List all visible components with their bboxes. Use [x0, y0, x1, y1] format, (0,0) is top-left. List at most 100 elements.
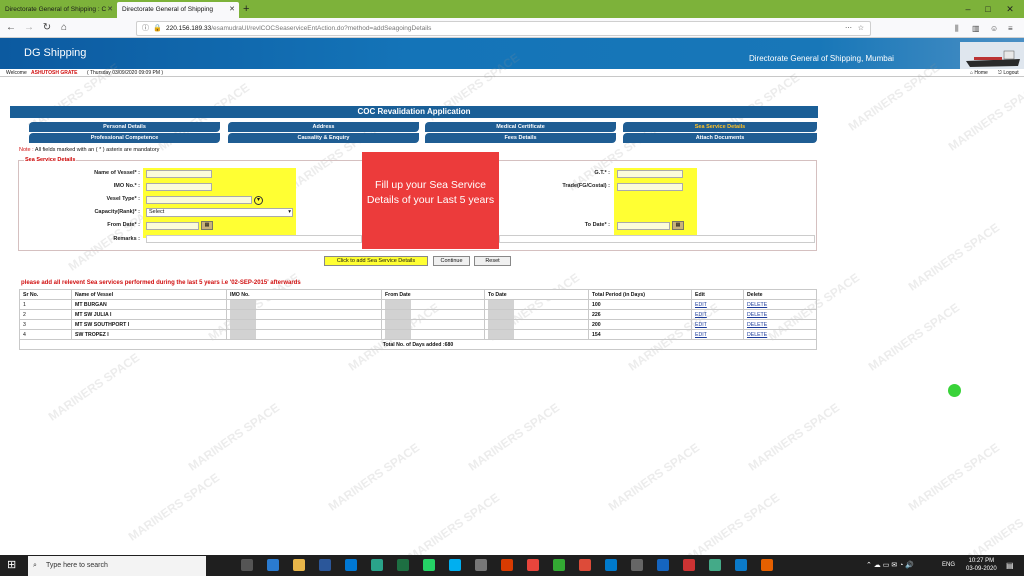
chrome-icon[interactable] — [527, 559, 539, 571]
close-icon[interactable]: ✕ — [229, 2, 235, 18]
xmind-icon[interactable] — [553, 559, 565, 571]
task-view-icon[interactable] — [241, 559, 253, 571]
trade-field[interactable] — [617, 183, 683, 191]
maximize-icon[interactable]: □ — [978, 2, 998, 16]
tab-medical-certificate[interactable]: Medical Certificate — [425, 122, 616, 132]
continue-button[interactable]: Continue — [433, 256, 470, 266]
redacted-value — [488, 320, 514, 329]
page-actions-icon[interactable]: ⋯ — [845, 23, 852, 35]
word-icon[interactable] — [319, 559, 331, 571]
vessel-type-field[interactable] — [146, 196, 252, 204]
excel-icon[interactable] — [397, 559, 409, 571]
redacted-value — [230, 330, 256, 339]
language-indicator[interactable]: ENG — [942, 562, 955, 568]
tab-professional-competence[interactable]: Professional Competence — [29, 133, 220, 143]
remarks-field-right[interactable] — [499, 235, 815, 243]
browser-tab-1[interactable]: Directorate General of Shipping : C ✕ — [0, 2, 117, 18]
forward-icon[interactable]: → — [22, 21, 36, 35]
table-header-row: Sr No. Name of Vessel IMO No. From Date … — [19, 289, 817, 300]
window-close-icon[interactable]: ✕ — [1000, 2, 1020, 16]
chrome-icon[interactable] — [579, 559, 591, 571]
browser-tab-2[interactable]: Directorate General of Shipping ✕ — [117, 2, 239, 18]
watermark-text: MARINERS SPACE — [45, 350, 143, 424]
office-icon[interactable] — [501, 559, 513, 571]
search-icon[interactable]: ▾ — [254, 196, 263, 205]
close-icon[interactable]: ✕ — [107, 2, 113, 18]
watermark-text: MARINERS SPACE — [945, 80, 1024, 154]
edit-link[interactable]: EDIT — [695, 302, 707, 308]
redacted-value — [385, 310, 411, 319]
calendar-icon[interactable]: ▦ — [672, 221, 684, 230]
tray-icons[interactable]: ⌃ ☁ ▭ ✉ ◔ 🔊 — [866, 561, 914, 569]
edit-link[interactable]: EDIT — [695, 322, 707, 328]
vessel-cell: SW TROPEZ I — [71, 329, 227, 340]
info-icon[interactable]: ⓘ — [142, 23, 149, 35]
col-edit: Edit — [691, 289, 744, 300]
taskbar-clock[interactable]: 10:27 PM 03-09-2020 — [966, 557, 997, 573]
home-link[interactable]: ⌂ Home — [970, 69, 988, 77]
table-row: 4 SW TROPEZ I 154 EDIT DELETE — [19, 329, 817, 340]
minimize-icon[interactable]: – — [958, 2, 978, 16]
tab-fees-details[interactable]: Fees Details — [425, 133, 616, 143]
home-link-label: Home — [974, 70, 988, 76]
from-date-field[interactable] — [146, 222, 199, 230]
delete-link[interactable]: DELETE — [747, 322, 767, 328]
new-tab-icon[interactable]: + — [243, 2, 249, 16]
remarks-field[interactable] — [146, 235, 362, 243]
insecure-lock-icon[interactable]: 🔒 — [153, 23, 162, 35]
from-date-cell — [381, 319, 485, 330]
imo-cell — [226, 319, 382, 330]
vscode-icon[interactable] — [605, 559, 617, 571]
taskbar-search[interactable]: ⌕ Type here to search — [28, 556, 206, 576]
tab-address[interactable]: Address — [228, 122, 419, 132]
add-sea-service-button[interactable]: Click to add Sea Service Details — [324, 256, 428, 266]
tab-attach-documents[interactable]: Attach Documents — [623, 133, 817, 143]
edit-link[interactable]: EDIT — [695, 332, 707, 338]
reset-button[interactable]: Reset — [474, 256, 511, 266]
vessel-name-field[interactable] — [146, 170, 212, 178]
search-icon: ⌕ — [33, 562, 37, 569]
media-icon[interactable] — [683, 559, 695, 571]
whatsapp-icon[interactable] — [423, 559, 435, 571]
windows-start-icon[interactable]: ⊞ — [7, 559, 19, 571]
capacity-select[interactable]: Select ▾ — [146, 208, 293, 217]
tab-causality-enquiry[interactable]: Causality & Enquiry — [228, 133, 419, 143]
library-icon[interactable]: ⫼ — [955, 23, 959, 35]
logout-link[interactable]: ⎋ Logout — [998, 69, 1019, 77]
watermark-text: MARINERS SPACE — [605, 440, 703, 514]
delete-link[interactable]: DELETE — [747, 302, 767, 308]
mail-icon[interactable] — [345, 559, 357, 571]
notification-icon[interactable]: ▤ — [1006, 561, 1014, 570]
menu-icon[interactable]: ≡ — [1008, 23, 1013, 35]
home-icon[interactable]: ⌂ — [57, 21, 71, 35]
redacted-value — [488, 310, 514, 319]
imo-field[interactable] — [146, 183, 212, 191]
edit-link[interactable]: EDIT — [695, 312, 707, 318]
network-icon[interactable] — [475, 559, 487, 571]
settings-icon[interactable] — [631, 559, 643, 571]
block-icon[interactable] — [657, 559, 669, 571]
tab-sea-service-details[interactable]: Sea Service Details — [623, 122, 817, 132]
skype-icon[interactable] — [449, 559, 461, 571]
app-icon[interactable] — [371, 559, 383, 571]
watermark-text: MARINERS SPACE — [745, 400, 843, 474]
redacted-value — [488, 330, 514, 339]
edge-icon[interactable] — [267, 559, 279, 571]
bookmark-star-icon[interactable]: ☆ — [858, 23, 864, 35]
app-icon[interactable] — [709, 559, 721, 571]
reload-icon[interactable]: ↻ — [40, 21, 54, 35]
back-icon[interactable]: ← — [4, 21, 18, 35]
photos-icon[interactable] — [735, 559, 747, 571]
to-date-field[interactable] — [617, 222, 670, 230]
firefox-icon[interactable] — [761, 559, 773, 571]
delete-link[interactable]: DELETE — [747, 312, 767, 318]
delete-link[interactable]: DELETE — [747, 332, 767, 338]
tab-personal-details[interactable]: Personal Details — [29, 122, 220, 132]
period-cell: 200 — [588, 319, 692, 330]
sidebar-icon[interactable]: ▥ — [972, 23, 980, 35]
gt-field[interactable] — [617, 170, 683, 178]
address-bar[interactable]: ⓘ 🔒 220.156.189.33/esamudraUI/revlCOCSea… — [136, 21, 871, 36]
account-icon[interactable]: ☺ — [990, 23, 998, 35]
calendar-icon[interactable]: ▦ — [201, 221, 213, 230]
file-explorer-icon[interactable] — [293, 559, 305, 571]
